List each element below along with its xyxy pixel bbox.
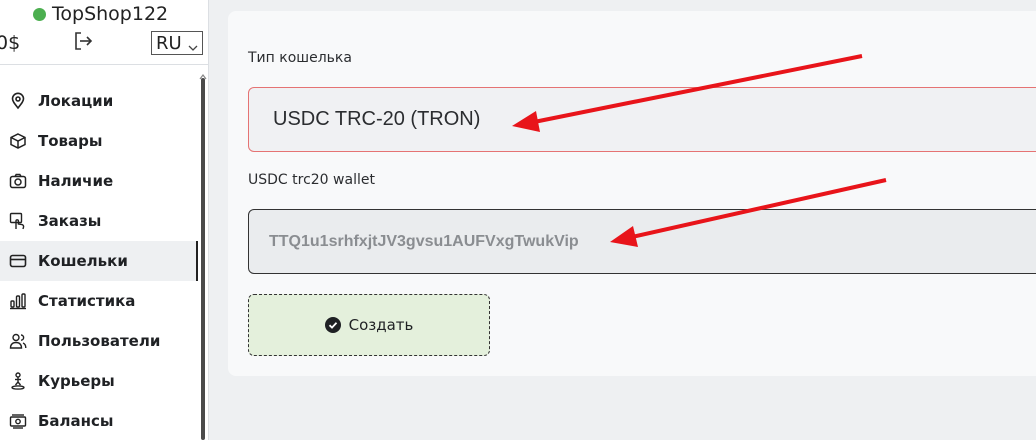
- wallet-address-field[interactable]: [248, 209, 1036, 274]
- sidebar-item-orders[interactable]: Заказы: [0, 201, 198, 241]
- courier-icon: [8, 371, 28, 391]
- create-button[interactable]: Создать: [248, 294, 490, 356]
- wallet-address-label: USDC trc20 wallet: [248, 172, 375, 188]
- sidebar-item-label: Кошельки: [38, 252, 128, 270]
- sidebar-item-label: Курьеры: [38, 372, 115, 390]
- sidebar-item-label: Балансы: [38, 412, 114, 430]
- sidebar-item-label: Пользователи: [38, 332, 161, 350]
- online-status-dot: [33, 7, 46, 21]
- sidebar-item-stock[interactable]: Наличие: [0, 161, 198, 201]
- sidebar-item-statistics[interactable]: Статистика: [0, 281, 198, 321]
- sidebar-scrollbar[interactable]: [199, 66, 207, 440]
- sidebar-item-label: Заказы: [38, 212, 102, 230]
- sidebar-item-balances[interactable]: Балансы: [0, 401, 198, 440]
- create-button-label: Создать: [348, 316, 414, 334]
- sidebar-item-label: Наличие: [38, 172, 114, 190]
- logout-icon[interactable]: [73, 30, 93, 52]
- sidebar-item-label: Статистика: [38, 292, 136, 310]
- sidebar-nav: Локации Товары Наличие Заказы Кошельки С…: [0, 81, 198, 440]
- sidebar-item-products[interactable]: Товары: [0, 121, 198, 161]
- map-pin-icon: [8, 91, 28, 111]
- bar-chart-icon: [8, 291, 28, 311]
- sidebar-item-label: Локации: [38, 92, 114, 110]
- balance-value: 0$: [0, 32, 21, 54]
- wallet-address-input[interactable]: [269, 232, 1036, 251]
- scroll-thumb[interactable]: [201, 78, 205, 440]
- wallet-form-card: Тип кошелька USDC TRC-20 (TRON) USDC trc…: [228, 11, 1036, 376]
- sidebar: TopShop122 0$ RU Локации Товары: [0, 0, 209, 440]
- money-icon: [8, 411, 28, 431]
- sidebar-item-locations[interactable]: Локации: [0, 81, 198, 121]
- chevron-down-icon: [188, 38, 198, 51]
- shop-name: TopShop122: [52, 3, 169, 25]
- wallet-card-icon: [8, 251, 28, 271]
- wallet-type-value: USDC TRC-20 (TRON): [273, 108, 481, 130]
- scroll-up-icon[interactable]: [199, 66, 207, 80]
- box-icon: [8, 131, 28, 151]
- camera-icon: [8, 171, 28, 191]
- check-circle-icon: [324, 317, 341, 333]
- wallet-type-select[interactable]: USDC TRC-20 (TRON): [248, 87, 1036, 152]
- language-value: RU: [156, 32, 182, 54]
- sidebar-item-wallets[interactable]: Кошельки: [0, 241, 198, 281]
- hand-pointer-icon: [8, 211, 28, 231]
- sidebar-item-users[interactable]: Пользователи: [0, 321, 198, 361]
- wallet-type-label: Тип кошелька: [248, 50, 352, 66]
- sidebar-divider: [0, 64, 208, 65]
- language-select[interactable]: RU: [151, 31, 203, 55]
- shop-header: TopShop122: [33, 3, 168, 25]
- sidebar-item-label: Товары: [38, 132, 103, 150]
- sidebar-item-couriers[interactable]: Курьеры: [0, 361, 198, 401]
- users-icon: [8, 331, 28, 351]
